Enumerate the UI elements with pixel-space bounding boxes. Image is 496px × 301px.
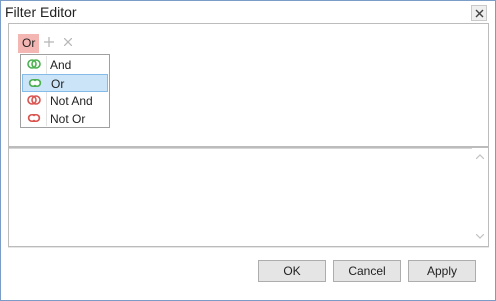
menu-item-not-or[interactable]: Not Or [22, 110, 108, 128]
cancel-button[interactable]: Cancel [333, 260, 401, 282]
apply-button[interactable]: Apply [408, 260, 476, 282]
filter-text-area[interactable] [8, 147, 489, 247]
close-button[interactable] [471, 5, 487, 21]
menu-item-label: Not And [50, 94, 93, 108]
not-or-group-icon [27, 114, 41, 122]
and-group-icon [27, 59, 41, 69]
group-operator-button[interactable]: Or [18, 34, 40, 53]
filter-tree-pane: Or And Or Not And Not Or [8, 23, 489, 147]
window-title: Filter Editor [5, 4, 77, 20]
pane-divider [9, 148, 488, 149]
menu-item-label: Or [51, 77, 65, 91]
not-and-group-icon [27, 95, 41, 105]
or-group-icon [28, 79, 42, 87]
scroll-down-icon[interactable] [476, 234, 484, 239]
group-operator-menu: And Or Not And Not Or [20, 54, 110, 128]
title-bar: Filter Editor [1, 1, 495, 23]
menu-item-label: And [50, 58, 72, 72]
menu-item-label: Not Or [50, 112, 86, 126]
menu-item-not-and[interactable]: Not And [22, 92, 108, 110]
ok-button[interactable]: OK [258, 260, 326, 282]
scroll-up-icon[interactable] [476, 154, 484, 159]
vertical-scrollbar[interactable] [472, 148, 488, 246]
filter-editor-window: Filter Editor Or And Or Not And Not Or O… [0, 0, 496, 301]
close-icon [475, 9, 484, 18]
menu-item-and[interactable]: And [22, 56, 108, 74]
footer-divider [8, 247, 489, 248]
remove-group-icon[interactable] [64, 38, 72, 46]
add-condition-icon[interactable] [44, 37, 54, 47]
menu-item-or[interactable]: Or [22, 74, 108, 92]
